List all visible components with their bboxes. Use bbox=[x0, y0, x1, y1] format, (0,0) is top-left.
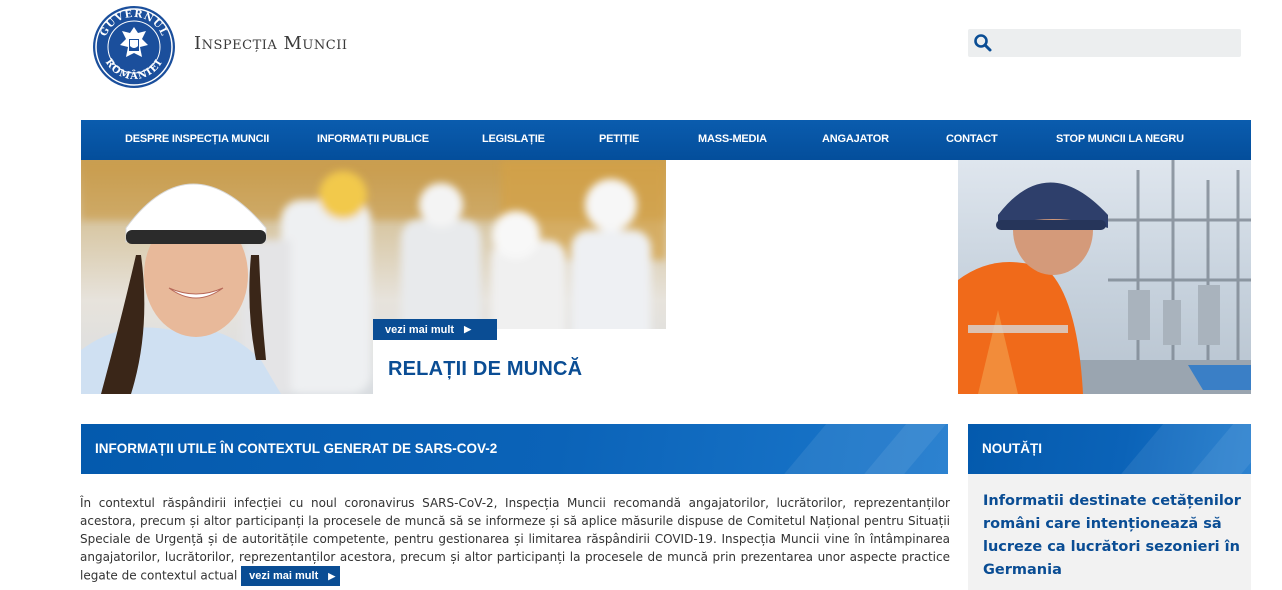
hero-image-worker[interactable] bbox=[958, 160, 1251, 394]
hero-more-button[interactable]: vezi mai mult ▶ bbox=[373, 319, 497, 340]
nav-angajator[interactable]: ANGAJATOR bbox=[822, 133, 889, 145]
hero-more-label: vezi mai mult bbox=[385, 323, 455, 336]
covid-section-header: INFORMAȚII UTILE ÎN CONTEXTUL GENERAT DE… bbox=[81, 424, 948, 474]
search-input[interactable] bbox=[998, 32, 1236, 54]
search-icon[interactable] bbox=[973, 33, 993, 53]
news-item-link[interactable]: Informatii destinate cetățenilor români … bbox=[983, 490, 1248, 582]
nav-petitie[interactable]: PETIȚIE bbox=[599, 133, 639, 145]
play-arrow-icon: ▶ bbox=[464, 324, 471, 334]
nav-contact[interactable]: CONTACT bbox=[946, 133, 998, 145]
nav-despre[interactable]: DESPRE INSPECȚIA MUNCII bbox=[125, 133, 269, 145]
nav-stop-munca-la-negru[interactable]: STOP MUNCII LA NEGRU bbox=[1056, 133, 1184, 145]
covid-paragraph: În contextul răspândirii infecției cu no… bbox=[80, 496, 950, 583]
covid-more-label: vezi mai mult bbox=[249, 570, 319, 582]
covid-more-button[interactable]: vezi mai mult ▶ bbox=[241, 566, 341, 586]
search-box[interactable] bbox=[968, 29, 1241, 57]
play-arrow-icon: ▶ bbox=[328, 571, 336, 581]
government-logo[interactable]: GUVERNUL ROMÂNIEI bbox=[92, 5, 176, 89]
news-section-title: NOUTĂȚI bbox=[982, 441, 1042, 456]
nav-informatii-publice[interactable]: INFORMAȚII PUBLICE bbox=[317, 133, 429, 145]
covid-body-text: În contextul răspândirii infecției cu no… bbox=[80, 494, 950, 586]
nav-legislatie[interactable]: LEGISLAȚIE bbox=[482, 133, 545, 145]
site-title[interactable]: Inspecția Muncii bbox=[194, 33, 347, 54]
covid-section-title[interactable]: INFORMAȚII UTILE ÎN CONTEXTUL GENERAT DE… bbox=[95, 441, 497, 456]
nav-mass-media[interactable]: MASS-MEDIA bbox=[698, 133, 767, 145]
news-section-header: NOUTĂȚI bbox=[968, 424, 1251, 474]
main-navigation: DESPRE INSPECȚIA MUNCII INFORMAȚII PUBLI… bbox=[81, 120, 1251, 160]
hero-caption-title[interactable]: RELAȚII DE MUNCĂ bbox=[388, 358, 582, 381]
